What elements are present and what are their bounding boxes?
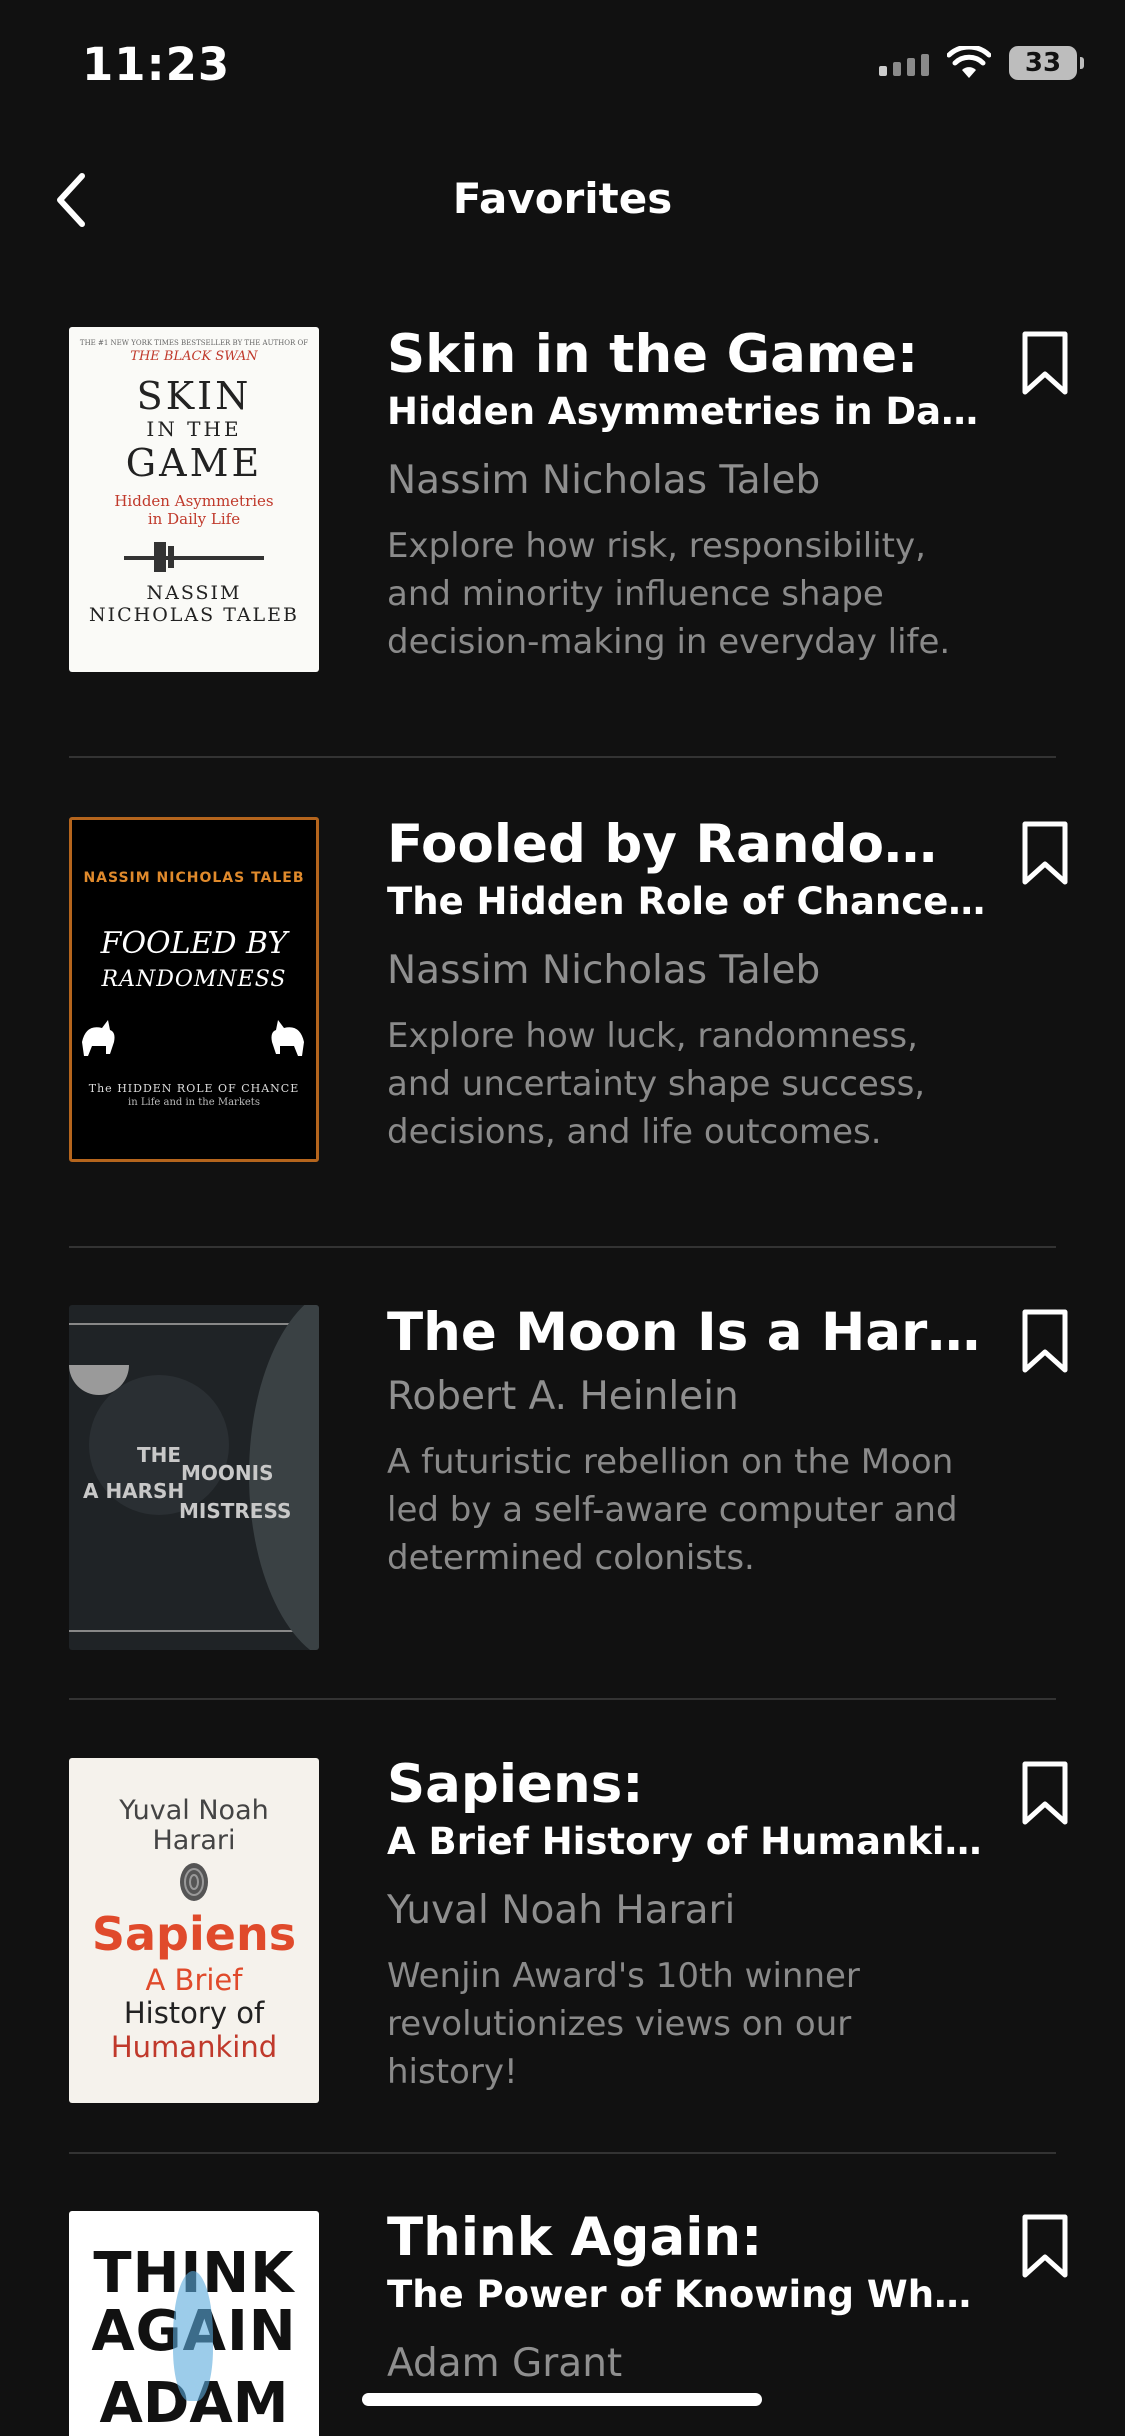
book-info: Think Again: The Power of Knowing Wha...… [387,2203,987,2389]
battery-icon: 33 [1009,46,1084,80]
book-author: Yuval Noah Harari [387,1888,736,1933]
nav-bar: Favorites [0,150,1125,250]
cover-title: GAME [125,441,263,485]
bookmark-icon[interactable] [1020,330,1070,396]
book-cover: THINK AGAIN ADAM [69,2211,319,2436]
book-subtitle: The Power of Knowing Wha... [387,2273,987,2316]
book-info: Fooled by Random... The Hidden Role of C… [387,810,987,1156]
cover-subtitle: in Daily Life [147,510,241,528]
status-time: 11:23 [82,38,231,91]
divider [69,2152,1056,2154]
book-subtitle: The Hidden Role of Chance ... [387,880,987,923]
cover-title: IN THE [146,417,242,441]
bookmark-icon[interactable] [1020,1760,1070,1826]
cover-author: NASSIM NICHOLAS TALEB [83,870,305,886]
book-description: Explore how risk, responsibility, and mi… [387,526,951,662]
book-title: Think Again: [387,2207,763,2268]
cover-subtitle: Humankind [110,2030,278,2064]
bookmark-icon[interactable] [1020,820,1070,886]
cellular-signal-icon [879,50,929,76]
cover-title: A HARSH [83,1479,185,1503]
cover-subtitle: The HIDDEN ROLE OF CHANCE [88,1082,300,1095]
barbell-icon [124,542,264,572]
cover-drop [173,2271,213,2401]
book-title: Fooled by Random... [387,814,987,875]
book-title: The Moon Is a Hars... [387,1302,987,1363]
cover-subtitle: History of [123,1996,265,2030]
book-author: Nassim Nicholas Taleb [387,948,821,993]
book-cover: NASSIM NICHOLAS TALEB FOOLED BY RANDOMNE… [69,817,319,1162]
cat-icon [82,1020,304,1056]
cover-author: Harari [152,1825,236,1856]
book-title: Sapiens: [387,1754,644,1815]
cover-line [69,1630,319,1632]
book-author: Nassim Nicholas Taleb [387,458,821,503]
status-icons: 33 [879,46,1084,80]
divider [69,1698,1056,1700]
book-description: A futuristic rebellion on the Moon led b… [387,1442,958,1578]
book-info: The Moon Is a Hars... Robert A. Heinlein… [387,1298,987,1582]
cover-title: THE [137,1443,182,1467]
cover-series: THE BLACK SWAN [130,349,258,364]
cover-title: FOOLED BY [100,926,288,961]
cover-subtitle: in Life and in the Markets [128,1097,260,1108]
home-indicator[interactable] [362,2393,762,2406]
book-subtitle: A Brief History of Humankind [387,1820,987,1863]
page-title: Favorites [452,174,673,223]
book-cover: THE #1 NEW YORK TIMES BESTSELLER BY THE … [69,327,319,672]
cover-tagline: THE #1 NEW YORK TIMES BESTSELLER BY THE … [79,339,309,347]
book-info: Sapiens: A Brief History of Humankind Yu… [387,1750,987,2096]
book-description: Wenjin Award's 10th winner revolutionize… [387,1956,860,2092]
cover-title: MISTRESS [179,1499,292,1523]
cover-title: Sapiens [91,1907,297,1961]
book-info: Skin in the Game: Hidden Asymmetries in … [387,320,987,666]
book-description: Explore how luck, randomness, and uncert… [387,1016,926,1152]
cover-subtitle: A Brief [145,1963,243,1997]
cover-title: RANDOMNESS [101,967,287,992]
bookmark-icon[interactable] [1020,2213,1070,2279]
book-item[interactable]: Yuval Noah Harari Sapiens A Brief Histor… [0,1730,1125,2154]
book-author: Robert A. Heinlein [387,1374,739,1419]
cover-line [69,1323,319,1325]
bookmark-icon[interactable] [1020,1308,1070,1374]
cover-author: NICHOLAS TALEB [88,604,299,626]
cover-author: Yuval Noah [119,1795,269,1826]
status-bar: 11:23 33 [0,0,1125,140]
divider [69,756,1056,758]
book-subtitle: Hidden Asymmetries in Dail... [387,390,987,433]
wifi-icon [947,46,991,78]
book-cover: THE MOONIS A HARSH MISTRESS [69,1305,319,1650]
book-item[interactable]: THE MOONIS A HARSH MISTRESS The Moon Is … [0,1278,1125,1700]
book-author: Adam Grant [387,2341,623,2386]
divider [69,1246,1056,1248]
book-item[interactable]: NASSIM NICHOLAS TALEB FOOLED BY RANDOMNE… [0,790,1125,1250]
book-title: Skin in the Game: [387,324,919,385]
cover-author: NASSIM [146,582,242,604]
book-item[interactable]: THE #1 NEW YORK TIMES BESTSELLER BY THE … [0,300,1125,760]
cover-title: MOONIS [181,1461,274,1485]
book-cover: Yuval Noah Harari Sapiens A Brief Histor… [69,1758,319,2103]
fingerprint-icon [180,1863,208,1901]
cover-subtitle: Hidden Asymmetries [114,492,274,510]
cover-title: SKIN [136,374,252,418]
